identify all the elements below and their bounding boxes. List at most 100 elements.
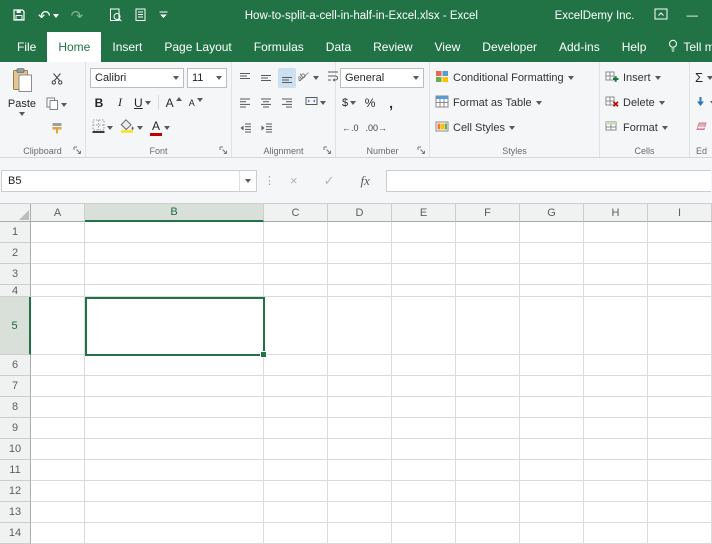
cell-F14[interactable]	[456, 523, 520, 544]
cell-B9[interactable]	[85, 418, 264, 439]
cell-A10[interactable]	[31, 439, 85, 460]
font-name-combo[interactable]: Calibri	[90, 67, 184, 88]
cell-D5[interactable]	[328, 297, 392, 355]
row-header-11[interactable]: 11	[0, 460, 31, 481]
cell-D2[interactable]	[328, 243, 392, 264]
cell-F3[interactable]	[456, 264, 520, 285]
cell-H6[interactable]	[584, 355, 648, 376]
row-header-8[interactable]: 8	[0, 397, 31, 418]
autosum-button[interactable]: Σ	[692, 65, 712, 90]
row-header-2[interactable]: 2	[0, 243, 31, 264]
cell-F2[interactable]	[456, 243, 520, 264]
increase-indent-button[interactable]	[257, 118, 275, 138]
cell-H2[interactable]	[584, 243, 648, 264]
column-header-I[interactable]: I	[648, 204, 712, 222]
cell-C2[interactable]	[264, 243, 328, 264]
cell-I10[interactable]	[648, 439, 712, 460]
column-header-B[interactable]: B	[85, 204, 264, 222]
comma-style-button[interactable]: ,	[382, 93, 400, 113]
cell-D13[interactable]	[328, 502, 392, 523]
tab-home[interactable]: Home	[47, 32, 102, 62]
merge-and-center-button[interactable]	[303, 93, 328, 113]
cell-E10[interactable]	[392, 439, 456, 460]
tab-page-layout[interactable]: Page Layout	[153, 32, 242, 62]
cell-B4[interactable]	[85, 285, 264, 297]
tab-add-ins[interactable]: Add-ins	[548, 32, 611, 62]
cell-I12[interactable]	[648, 481, 712, 502]
cell-A1[interactable]	[31, 222, 85, 243]
cell-I4[interactable]	[648, 285, 712, 297]
column-header-E[interactable]: E	[392, 204, 456, 222]
cell-H9[interactable]	[584, 418, 648, 439]
copy-button[interactable]	[44, 95, 69, 115]
align-left-button[interactable]	[236, 93, 254, 113]
row-header-1[interactable]: 1	[0, 222, 31, 243]
cell-G13[interactable]	[520, 502, 584, 523]
format-painter-button[interactable]	[44, 120, 69, 140]
paste-button[interactable]: Paste	[2, 65, 42, 140]
cell-F4[interactable]	[456, 285, 520, 297]
tab-review[interactable]: Review	[362, 32, 423, 62]
cell-I14[interactable]	[648, 523, 712, 544]
font-size-combo[interactable]: 11	[187, 67, 227, 88]
cell-A2[interactable]	[31, 243, 85, 264]
formula-bar-grip[interactable]: ⋮	[264, 174, 275, 187]
cell-G2[interactable]	[520, 243, 584, 264]
cell-A11[interactable]	[31, 460, 85, 481]
cell-H4[interactable]	[584, 285, 648, 297]
cell-A4[interactable]	[31, 285, 85, 297]
font-dialog-launcher[interactable]	[219, 146, 228, 155]
row-header-6[interactable]: 6	[0, 355, 31, 376]
accounting-format-button[interactable]: $	[340, 93, 358, 113]
print-preview-button[interactable]	[109, 8, 122, 25]
cell-F8[interactable]	[456, 397, 520, 418]
column-header-A[interactable]: A	[31, 204, 85, 222]
row-header-12[interactable]: 12	[0, 481, 31, 502]
minimize-button[interactable]: —	[687, 10, 699, 22]
increase-font-size-button[interactable]: A	[164, 93, 184, 113]
cell-G1[interactable]	[520, 222, 584, 243]
cell-I7[interactable]	[648, 376, 712, 397]
name-box[interactable]: B5	[1, 169, 257, 192]
conditional-formatting-button[interactable]: Conditional Formatting	[432, 65, 597, 90]
cell-E1[interactable]	[392, 222, 456, 243]
fill-handle[interactable]	[260, 351, 267, 358]
cell-F1[interactable]	[456, 222, 520, 243]
fill-color-button[interactable]	[118, 118, 145, 138]
cell-C13[interactable]	[264, 502, 328, 523]
cell-D3[interactable]	[328, 264, 392, 285]
top-align-button[interactable]	[236, 68, 254, 88]
tab-insert[interactable]: Insert	[101, 32, 153, 62]
cell-C5[interactable]	[264, 297, 328, 355]
cell-B6[interactable]	[85, 355, 264, 376]
number-dialog-launcher[interactable]	[417, 146, 426, 155]
name-box-caret[interactable]	[240, 178, 256, 183]
formula-input[interactable]	[385, 169, 711, 192]
cell-D9[interactable]	[328, 418, 392, 439]
cell-G10[interactable]	[520, 439, 584, 460]
cell-G11[interactable]	[520, 460, 584, 481]
cell-E12[interactable]	[392, 481, 456, 502]
cell-G4[interactable]	[520, 285, 584, 297]
format-as-table-button[interactable]: Format as Table	[432, 90, 597, 115]
cell-H8[interactable]	[584, 397, 648, 418]
cell-E2[interactable]	[392, 243, 456, 264]
cell-E13[interactable]	[392, 502, 456, 523]
cell-H1[interactable]	[584, 222, 648, 243]
cell-C12[interactable]	[264, 481, 328, 502]
cell-C1[interactable]	[264, 222, 328, 243]
cell-A7[interactable]	[31, 376, 85, 397]
cell-D14[interactable]	[328, 523, 392, 544]
cell-C9[interactable]	[264, 418, 328, 439]
fill-button[interactable]	[692, 90, 712, 115]
cell-F10[interactable]	[456, 439, 520, 460]
cell-F11[interactable]	[456, 460, 520, 481]
clear-button[interactable]	[692, 115, 712, 140]
cell-A12[interactable]	[31, 481, 85, 502]
cell-H12[interactable]	[584, 481, 648, 502]
cell-E7[interactable]	[392, 376, 456, 397]
cell-E8[interactable]	[392, 397, 456, 418]
align-center-button[interactable]	[257, 93, 275, 113]
bottom-align-button[interactable]	[278, 67, 296, 88]
cell-styles-button[interactable]: Cell Styles	[432, 115, 597, 140]
